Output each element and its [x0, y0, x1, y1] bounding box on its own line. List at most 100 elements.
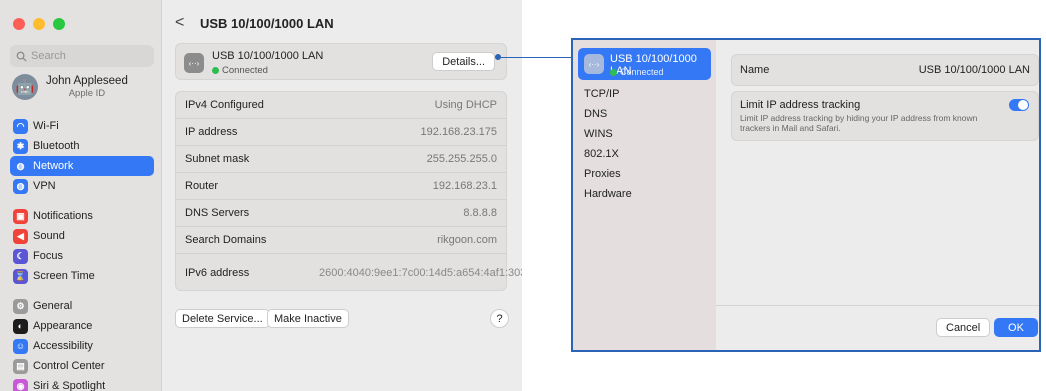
info-row: DNS Servers 8.8.8.8 [176, 200, 506, 227]
details-nav-tcp-ip[interactable]: TCP/IP [584, 88, 619, 100]
sidebar-item-label: Sound [33, 230, 65, 242]
sidebar-item-sound[interactable]: ◀ Sound [10, 226, 154, 246]
page-title: USB 10/100/1000 LAN [200, 16, 334, 31]
info-value[interactable]: 255.255.255.0 [427, 153, 497, 165]
details-nav-proxies[interactable]: Proxies [584, 168, 621, 180]
sidebar-item-label: Accessibility [33, 340, 93, 352]
delete-service-button[interactable]: Delete Service... [175, 309, 270, 328]
details-sidebar: ‹··› USB 10/100/1000 LAN Connected TCP/I… [573, 40, 716, 350]
info-label: IPv4 Configured [185, 99, 264, 111]
make-inactive-button[interactable]: Make Inactive [267, 309, 349, 328]
details-service-item[interactable]: ‹··› USB 10/100/1000 LAN Connected [578, 48, 711, 80]
control-center-icon: ▤ [13, 358, 28, 374]
ok-button[interactable]: OK [994, 318, 1038, 337]
info-row: Search Domains rikgoon.com [176, 227, 506, 254]
sidebar-item-control-center[interactable]: ▤ Control Center [10, 356, 154, 376]
network-icon: ◍ [13, 158, 28, 174]
close-window-button[interactable] [13, 18, 25, 30]
cancel-button[interactable]: Cancel [936, 318, 991, 337]
sidebar-item-focus[interactable]: ☾ Focus [10, 246, 154, 266]
settings-window: 🤖 John Appleseed Apple ID ◠ Wi-Fi ✱ Bluetoo… [0, 0, 522, 391]
sidebar-item-siri-spotlight[interactable]: ◉ Siri & Spotlight [10, 376, 154, 391]
info-value[interactable]: 192.168.23.1 [433, 180, 497, 192]
sidebar-item-accessibility[interactable]: ☺ Accessibility [10, 336, 154, 356]
details-nav-802-1x[interactable]: 802.1X [584, 148, 619, 160]
sidebar-item-label: Bluetooth [33, 140, 80, 152]
info-label: DNS Servers [185, 207, 250, 219]
profile-name: John Appleseed [46, 75, 128, 87]
help-button[interactable]: ? [490, 309, 509, 328]
info-label: IP address [185, 126, 238, 138]
search-input[interactable] [31, 50, 141, 62]
name-value: USB 10/100/1000 LAN [918, 64, 1030, 76]
sidebar-item-appearance[interactable]: ◐ Appearance [10, 316, 154, 336]
name-label: Name [740, 64, 770, 76]
info-row: IPv4 Configured Using DHCP [176, 92, 506, 119]
details-nav-wins[interactable]: WINS [584, 128, 613, 140]
ethernet-icon: ‹··› [584, 54, 604, 74]
service-name: USB 10/100/1000 LAN [212, 50, 324, 62]
back-button[interactable]: < [175, 14, 184, 32]
sidebar-item-label: Wi-Fi [33, 120, 59, 132]
sidebar-item-label: Network [33, 160, 74, 172]
bluetooth-icon: ✱ [13, 138, 28, 154]
info-value[interactable]: Using DHCP [435, 99, 497, 111]
window-controls [13, 18, 65, 30]
details-service-status: Connected [610, 67, 664, 77]
sidebar-item-label: Control Center [33, 360, 105, 372]
details-nav-dns[interactable]: DNS [584, 108, 607, 120]
minimize-window-button[interactable] [33, 18, 45, 30]
sidebar-item-wi-fi[interactable]: ◠ Wi-Fi [10, 116, 154, 136]
info-value[interactable]: 192.168.23.175 [421, 126, 497, 138]
sidebar-item-label: Focus [33, 250, 63, 262]
sidebar-item-notifications[interactable]: ▣ Notifications [10, 206, 154, 226]
ip-tracking-description: Limit IP address tracking by hiding your… [740, 113, 978, 133]
sidebar-item-label: General [33, 300, 73, 312]
connected-dot-icon [610, 68, 617, 76]
info-value[interactable]: rikgoon.com [437, 234, 497, 246]
avatar: 🤖 [12, 74, 38, 100]
info-row: Subnet mask 255.255.255.0 [176, 146, 506, 173]
info-row: IPv6 address 2600:4040:9ee1:7c00:14d5:a65… [176, 254, 522, 291]
search-field[interactable] [10, 45, 154, 67]
info-value[interactable]: 2600:4040:9ee1:7c00:14d5:a654:4af1:3031 [319, 267, 522, 279]
sidebar-item-label: Screen Time [33, 270, 95, 282]
accessibility-icon: ☺ [13, 338, 28, 354]
sidebar-item-screen-time[interactable]: ⌛ Screen Time [10, 266, 154, 286]
footer-divider [716, 305, 1039, 306]
sidebar-item-label: Siri & Spotlight [33, 380, 106, 391]
focus-icon: ☾ [13, 248, 28, 264]
name-row: Name USB 10/100/1000 LAN [731, 54, 1039, 86]
details-button[interactable]: Details... [432, 52, 495, 71]
service-header-card: ‹··› USB 10/100/1000 LAN Connected Detai… [175, 43, 507, 80]
ip-tracking-toggle[interactable] [1009, 99, 1029, 111]
sidebar-item-label: VPN [33, 180, 56, 192]
sidebar-item-network[interactable]: ◍ Network [10, 156, 154, 176]
details-sheet: ‹··› USB 10/100/1000 LAN Connected TCP/I… [571, 38, 1041, 352]
network-detail-pane: < USB 10/100/1000 LAN ‹··› USB 10/100/10… [163, 0, 522, 391]
details-main: Name USB 10/100/1000 LAN Limit IP addres… [716, 40, 1039, 350]
network-info-card: IPv4 Configured Using DHCP IP address 192.1… [175, 91, 522, 291]
zoom-window-button[interactable] [53, 18, 65, 30]
ip-tracking-card: Limit IP address tracking Limit IP addre… [731, 91, 1039, 141]
details-nav-hardware[interactable]: Hardware [584, 188, 632, 200]
info-value[interactable]: 8.8.8.8 [463, 207, 497, 219]
sidebar-item-bluetooth[interactable]: ✱ Bluetooth [10, 136, 154, 156]
vpn-icon: ◍ [13, 178, 28, 194]
service-status-text: Connected [222, 65, 268, 76]
info-row: IP address 192.168.23.175 [176, 119, 506, 146]
callout-line [498, 57, 572, 58]
notifications-icon: ▣ [13, 208, 28, 224]
service-status: Connected [212, 65, 268, 76]
sidebar-item-vpn[interactable]: ◍ VPN [10, 176, 154, 196]
details-service-status-text: Connected [620, 67, 664, 77]
connected-dot-icon [212, 67, 219, 74]
sidebar-item-general[interactable]: ⚙ General [10, 296, 154, 316]
apple-id-profile[interactable]: 🤖 John Appleseed Apple ID [12, 74, 128, 100]
ip-tracking-title: Limit IP address tracking [740, 99, 861, 111]
sidebar-item-label: Notifications [33, 210, 93, 222]
profile-subtitle: Apple ID [68, 88, 106, 99]
ethernet-icon: ‹··› [184, 53, 204, 73]
sidebar-item-label: Appearance [33, 320, 93, 332]
siri-spotlight-icon: ◉ [13, 378, 28, 391]
